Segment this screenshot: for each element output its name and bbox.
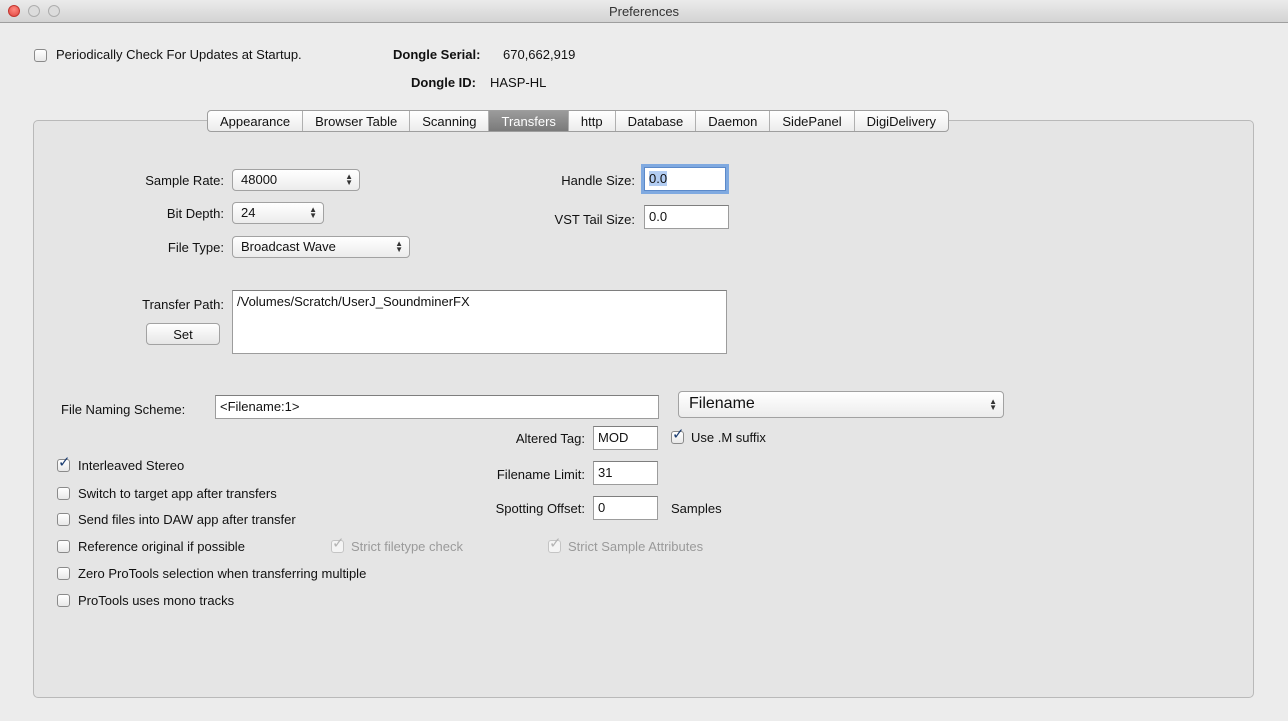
naming-token-value: Filename [689,395,755,412]
interleaved-stereo-checkbox[interactable]: ✓ [57,455,71,472]
naming-token-select[interactable]: Filename ▲ ▼ [678,391,1004,418]
dongle-id-label: Dongle ID: [411,75,476,90]
checkmark-icon: ✓ [58,454,71,471]
protools-mono-label: ProTools uses mono tracks [78,593,235,608]
handle-size-value: 0.0 [649,171,668,186]
tab-daemon[interactable]: Daemon [696,111,771,131]
vst-tail-size-label: VST Tail Size: [554,212,635,227]
file-type-select[interactable]: Broadcast Wave ▲ ▼ [232,236,410,258]
sample-rate-label: Sample Rate: [145,173,224,188]
sample-rate-value: 48000 [241,172,278,187]
checkmark-icon: ✓ [549,535,562,552]
tab-bar: Appearance Browser Table Scanning Transf… [207,110,950,132]
reference-original-label: Reference original if possible [78,539,245,554]
switch-target-app-checkbox[interactable] [57,487,70,500]
dongle-id-value: HASP-HL [490,75,547,90]
use-m-suffix-checkbox[interactable]: ✓ [671,427,685,444]
checkmark-icon: ✓ [332,535,345,552]
protools-mono-checkbox[interactable] [57,594,70,607]
popup-arrows-icon: ▲ ▼ [309,205,317,220]
spotting-offset-label: Spotting Offset: [495,501,585,516]
tab-digidelivery[interactable]: DigiDelivery [855,111,948,131]
dongle-serial-value: 670,662,919 [503,47,576,62]
check-updates-checkbox[interactable] [34,49,47,62]
sample-rate-select[interactable]: 48000 ▲ ▼ [232,169,360,191]
handle-size-input[interactable]: 0.0 [644,167,726,191]
set-transfer-path-button[interactable]: Set [146,323,220,345]
tab-scanning[interactable]: Scanning [410,111,490,131]
popup-arrows-icon: ▲ ▼ [345,172,353,187]
checkmark-icon: ✓ [672,426,685,443]
zero-protools-label: Zero ProTools selection when transferrin… [78,566,367,581]
title-bar: Preferences [0,0,1288,23]
file-type-label: File Type: [167,240,224,255]
spotting-offset-input[interactable]: 0 [593,496,658,520]
tab-transfers[interactable]: Transfers [489,111,569,131]
strict-sample-attributes-label: Strict Sample Attributes [568,539,704,554]
popup-arrows-icon: ▲ ▼ [395,239,403,254]
tab-database[interactable]: Database [616,111,697,131]
tab-http[interactable]: http [569,111,616,131]
strict-filetype-checkbox[interactable]: ✓ [331,536,345,553]
altered-tag-label: Altered Tag: [515,431,585,446]
interleaved-stereo-label: Interleaved Stereo [78,458,185,473]
popup-arrows-icon: ▲ ▼ [989,396,997,412]
handle-size-label: Handle Size: [561,173,635,188]
bit-depth-select[interactable]: 24 ▲ ▼ [232,202,324,224]
transfer-path-input[interactable]: /Volumes/Scratch/UserJ_SoundminerFX [232,290,727,354]
vst-tail-size-input[interactable]: 0.0 [644,205,729,229]
strict-sample-attributes-checkbox[interactable]: ✓ [548,536,562,553]
strict-filetype-label: Strict filetype check [351,539,463,554]
naming-scheme-label: File Naming Scheme: [61,402,186,417]
tab-appearance[interactable]: Appearance [208,111,304,131]
send-daw-label: Send files into DAW app after transfer [78,512,296,527]
use-m-suffix-label: Use .M suffix [691,430,766,445]
altered-tag-input[interactable]: MOD [593,426,658,450]
window-title: Preferences [608,4,680,19]
zero-protools-checkbox[interactable] [57,567,70,580]
tab-browser-table[interactable]: Browser Table [303,111,411,131]
switch-target-app-label: Switch to target app after transfers [78,486,277,501]
bit-depth-label: Bit Depth: [166,206,224,221]
naming-scheme-input[interactable]: <Filename:1> [215,395,659,419]
tab-sidepanel[interactable]: SidePanel [770,111,855,131]
samples-unit-label: Samples [671,501,722,516]
dongle-serial-label: Dongle Serial: [393,47,481,62]
file-type-value: Broadcast Wave [241,239,336,254]
filename-limit-input[interactable]: 31 [593,461,658,485]
bit-depth-value: 24 [241,205,256,220]
filename-limit-label: Filename Limit: [496,467,585,482]
check-updates-label: Periodically Check For Updates at Startu… [56,47,302,62]
send-daw-checkbox[interactable] [57,513,70,526]
reference-original-checkbox[interactable] [57,540,70,553]
transfer-path-label: Transfer Path: [142,297,224,312]
